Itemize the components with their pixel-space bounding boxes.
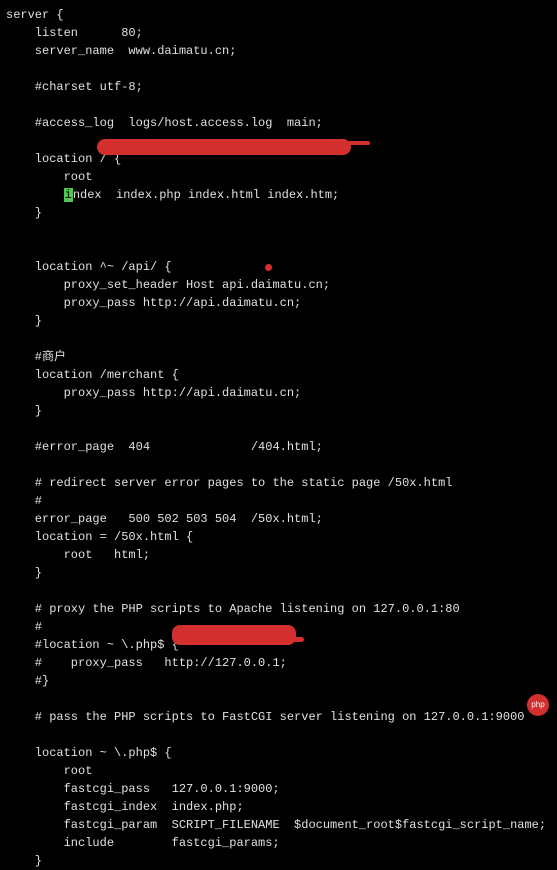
config-line: #access_log logs/host.access.log main; <box>6 114 551 132</box>
config-line: proxy_set_header Host api.daimatu.cn; <box>6 276 551 294</box>
config-line: # proxy_pass http://127.0.0.1; <box>6 654 551 672</box>
config-line: #} <box>6 672 551 690</box>
config-line: index index.php index.html index.htm; <box>6 186 551 204</box>
config-line: server { <box>6 6 551 24</box>
redaction-mark-1-tail <box>345 141 370 145</box>
config-line <box>6 330 551 348</box>
editor-cursor: i <box>64 188 73 202</box>
config-line <box>6 582 551 600</box>
config-line <box>6 240 551 258</box>
config-line: # pass the PHP scripts to FastCGI server… <box>6 708 551 726</box>
config-line <box>6 222 551 240</box>
config-line: } <box>6 204 551 222</box>
config-line: # proxy the PHP scripts to Apache listen… <box>6 600 551 618</box>
config-line: #charset utf-8; <box>6 78 551 96</box>
config-line: fastcgi_index index.php; <box>6 798 551 816</box>
redaction-mark-1 <box>97 139 351 155</box>
config-line: #error_page 404 /404.html; <box>6 438 551 456</box>
config-line: proxy_pass http://api.daimatu.cn; <box>6 294 551 312</box>
config-line: root html; <box>6 546 551 564</box>
config-line: proxy_pass http://api.daimatu.cn; <box>6 384 551 402</box>
redaction-mark-2-tail <box>290 637 304 642</box>
config-line: location = /50x.html { <box>6 528 551 546</box>
config-line: location ~ \.php$ { <box>6 744 551 762</box>
config-line: } <box>6 312 551 330</box>
config-line: fastcgi_pass 127.0.0.1:9000; <box>6 780 551 798</box>
config-line: # <box>6 492 551 510</box>
config-line: } <box>6 402 551 420</box>
config-line: location ^~ /api/ { <box>6 258 551 276</box>
config-line: include fastcgi_params; <box>6 834 551 852</box>
config-line <box>6 690 551 708</box>
config-line: root <box>6 762 551 780</box>
config-line <box>6 456 551 474</box>
config-line <box>6 726 551 744</box>
config-line <box>6 96 551 114</box>
config-line <box>6 420 551 438</box>
redaction-dot <box>265 264 272 271</box>
config-line: #商户 <box>6 348 551 366</box>
config-line: } <box>6 564 551 582</box>
config-line: fastcgi_param SCRIPT_FILENAME $document_… <box>6 816 551 834</box>
php-badge-icon: php <box>527 694 549 716</box>
config-line: listen 80; <box>6 24 551 42</box>
config-line: server_name www.daimatu.cn; <box>6 42 551 60</box>
config-line: root <box>6 168 551 186</box>
config-line: location /merchant { <box>6 366 551 384</box>
config-line: } <box>6 852 551 870</box>
config-line: error_page 500 502 503 504 /50x.html; <box>6 510 551 528</box>
terminal-editor[interactable]: server { listen 80; server_name www.daim… <box>6 6 551 870</box>
config-line <box>6 60 551 78</box>
php-badge-label: php <box>531 699 544 711</box>
redaction-mark-2 <box>172 625 296 645</box>
config-line: # redirect server error pages to the sta… <box>6 474 551 492</box>
